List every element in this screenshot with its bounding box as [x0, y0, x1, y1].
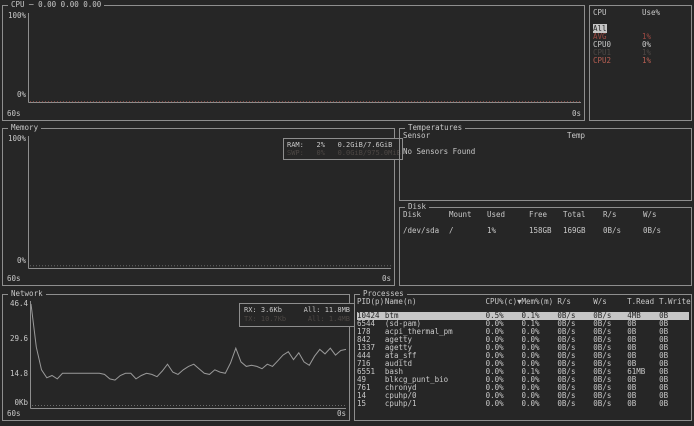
- disk-col-total: Total: [563, 211, 603, 219]
- process-cell-cpu: 0.0%: [486, 400, 522, 408]
- process-row-15[interactable]: 15cpuhp/10.0%0.0%0B/s0B/s0B0B: [357, 400, 689, 408]
- processes-col-tread[interactable]: T.Read: [627, 298, 659, 306]
- processes-panel[interactable]: Processes PID(p) Name(n) CPU%(c)▼ Mem%(m…: [354, 294, 692, 421]
- process-cell-mem: 0.0%: [522, 400, 558, 408]
- btm-system-monitor: CPU ─ 0.00 0.00 0.00 100% 0% 60s 0s CPU …: [0, 0, 694, 426]
- disk-col-rs: R/s: [603, 211, 643, 219]
- disk-header: Disk Mount Used Free Total R/s W/s: [403, 211, 688, 219]
- disk-col-used: Used: [487, 211, 529, 219]
- cpu-x-left-label: 60s: [7, 110, 21, 118]
- process-cell-r: 0B/s: [557, 400, 593, 408]
- disk-row[interactable]: /dev/sda / 1% 158GB 169GB 0B/s 0B/s: [403, 227, 688, 235]
- cpu-entry-usage: 1%: [642, 57, 688, 65]
- network-tx-total: All: 1.4MB: [308, 315, 350, 324]
- temperatures-panel-title: Temperatures: [405, 124, 465, 132]
- cpu-legend-col-cpu: CPU: [593, 9, 642, 17]
- process-cell-tread: 0B: [627, 400, 659, 408]
- cpu-legend-panel[interactable]: CPU Use% AllAVG1%CPU00%CPU11%CPU21%: [589, 5, 692, 121]
- memory-x-right-label: 0s: [382, 275, 391, 283]
- processes-col-twrite[interactable]: T.Write: [659, 298, 689, 306]
- processes-col-cpu[interactable]: CPU%(c)▼: [486, 298, 522, 306]
- memory-usage-legend: RAM: 2% 0.2GiB/7.6GiB SWP: 0% 0.0GiB/975…: [283, 138, 403, 160]
- process-cell-name: cpuhp/1: [385, 400, 486, 408]
- network-y-label-2: 29.6: [4, 335, 28, 343]
- processes-col-ws[interactable]: W/s: [593, 298, 627, 306]
- cpu-legend-col-use: Use%: [642, 9, 688, 17]
- temperatures-col-temp: Temp: [567, 132, 688, 140]
- process-cell-twrite: 0B: [659, 400, 689, 408]
- memory-panel[interactable]: Memory 100% 0% 60s 0s RAM: 2% 0.2GiB/7.6…: [2, 128, 395, 286]
- temperatures-header: Sensor Temp: [403, 132, 688, 140]
- network-legend: RX: 3.6Kb All: 11.8MB TX: 10.7Kb All: 1.…: [239, 303, 355, 327]
- disk-cell-total: 169GB: [563, 227, 603, 235]
- network-x-right-label: 0s: [337, 410, 346, 418]
- disk-cell-rs: 0B/s: [603, 227, 643, 235]
- disk-cell-device: /dev/sda: [403, 227, 449, 235]
- disk-col-ws: W/s: [643, 211, 688, 219]
- processes-panel-title: Processes: [360, 290, 407, 298]
- cpu-legend-row-cpu2[interactable]: CPU21%: [593, 57, 688, 65]
- processes-col-pid[interactable]: PID(p): [357, 298, 385, 306]
- process-cell-pid: 15: [357, 400, 385, 408]
- cpu-legend-row-all[interactable]: All: [593, 25, 688, 33]
- processes-header: PID(p) Name(n) CPU%(c)▼ Mem%(m) R/s W/s …: [357, 298, 689, 306]
- cpu-y-min-label: 0%: [4, 91, 26, 99]
- disk-cell-free: 158GB: [529, 227, 563, 235]
- disk-cell-used: 1%: [487, 227, 529, 235]
- network-panel[interactable]: Network 46.4 29.6 14.8 0Kb 60s 0s RX: 3.…: [2, 294, 350, 421]
- temperatures-col-sensor: Sensor: [403, 132, 567, 140]
- memory-y-max-label: 100%: [4, 135, 26, 143]
- disk-col-free: Free: [529, 211, 563, 219]
- network-rx-legend-row: RX: 3.6Kb All: 11.8MB: [244, 306, 350, 315]
- temperatures-panel[interactable]: Temperatures Sensor Temp No Sensors Foun…: [399, 128, 692, 201]
- network-y-label-1: 14.8: [4, 370, 28, 378]
- disk-rows: /dev/sda / 1% 158GB 169GB 0B/s 0B/s: [403, 227, 688, 235]
- disk-cell-ws: 0B/s: [643, 227, 688, 235]
- cpu-graph: [3, 6, 584, 120]
- cpu-panel[interactable]: CPU ─ 0.00 0.00 0.00 100% 0% 60s 0s: [2, 5, 585, 121]
- temperatures-empty-message: No Sensors Found: [403, 148, 688, 156]
- network-rx-total: All: 11.8MB: [304, 306, 350, 315]
- disk-col-mount: Mount: [449, 211, 487, 219]
- memory-y-min-label: 0%: [4, 257, 26, 265]
- ram-usage-text: RAM: 2% 0.2GiB/7.6GiB: [287, 141, 399, 149]
- disk-panel[interactable]: Disk Disk Mount Used Free Total R/s W/s …: [399, 207, 692, 286]
- swap-usage-text: SWP: 0% 0.0GiB/975.0MiB: [287, 149, 399, 157]
- cpu-y-max-label: 100%: [4, 12, 26, 20]
- network-tx-rate: TX: 10.7Kb: [244, 315, 286, 324]
- cpu-legend-rows: AllAVG1%CPU00%CPU11%CPU21%: [593, 25, 688, 65]
- network-y-label-0: 0Kb: [4, 399, 28, 407]
- processes-col-mem[interactable]: Mem%(m): [522, 298, 558, 306]
- disk-col-disk: Disk: [403, 211, 449, 219]
- disk-panel-title: Disk: [405, 203, 429, 211]
- network-tx-legend-row: TX: 10.7Kb All: 1.4MB: [244, 315, 350, 324]
- cpu-legend-header: CPU Use%: [593, 9, 688, 17]
- cpu-x-right-label: 0s: [572, 110, 581, 118]
- process-cell-w: 0B/s: [593, 400, 627, 408]
- disk-cell-mount: /: [449, 227, 487, 235]
- process-rows: 10424btm0.5%0.1%0B/s0B/s4MB0B6544(sd-pam…: [357, 312, 689, 408]
- processes-col-name[interactable]: Name(n): [385, 298, 486, 306]
- network-rx-rate: RX: 3.6Kb: [244, 306, 282, 315]
- cpu-entry-label: CPU2: [593, 57, 642, 65]
- network-x-left-label: 60s: [7, 410, 21, 418]
- processes-col-rs[interactable]: R/s: [557, 298, 593, 306]
- memory-x-left-label: 60s: [7, 275, 21, 283]
- network-y-label-3: 46.4: [4, 300, 28, 308]
